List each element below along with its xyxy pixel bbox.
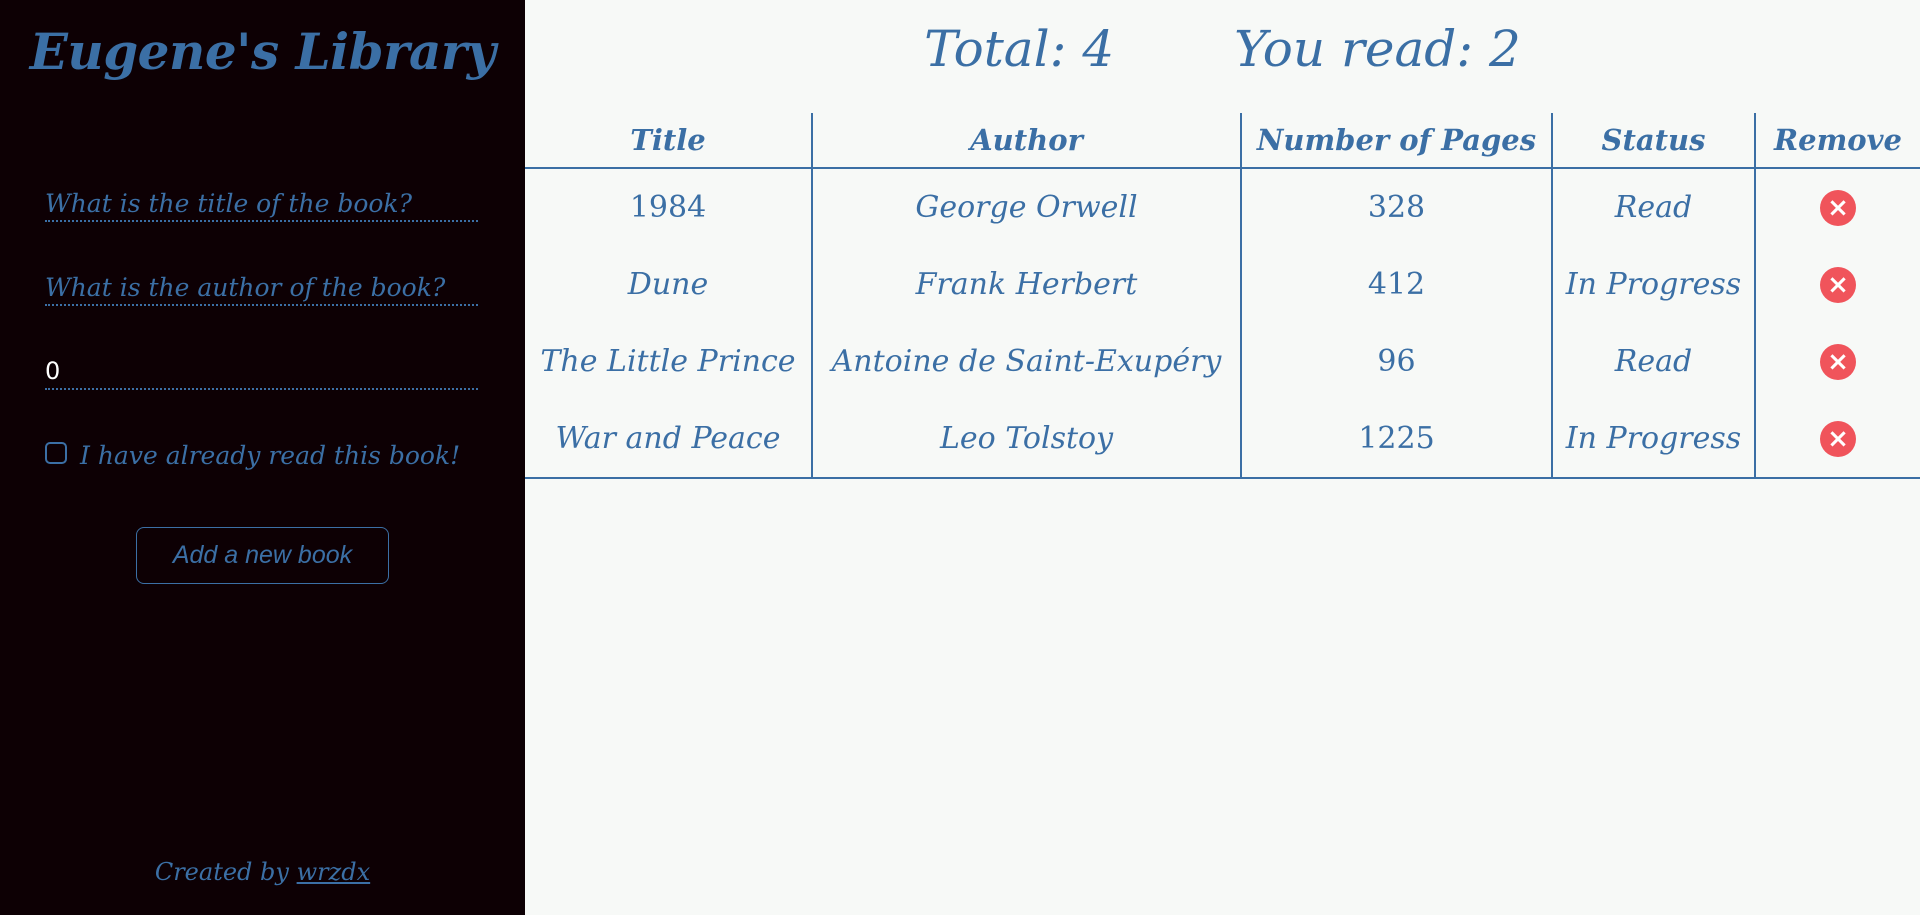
book-author: Frank Herbert [811,246,1241,323]
pages-input[interactable] [45,354,478,388]
book-title: War and Peace [525,400,812,479]
book-status[interactable]: In Progress [1551,400,1755,479]
credits-prefix: Created by [154,858,297,886]
book-title: 1984 [629,190,707,225]
author-link[interactable]: wrzdx [297,858,371,886]
author-field [45,270,478,306]
book-pages: 412 [1240,246,1552,323]
book-status[interactable]: Read [1551,168,1755,246]
remove-cell: × [1754,323,1920,400]
title-input[interactable] [45,186,478,220]
author-input[interactable] [45,270,478,304]
book-pages: 96 [1240,323,1552,400]
close-icon[interactable]: × [1820,190,1856,226]
read-checkbox-row[interactable]: I have already read this book! [45,441,460,470]
book-pages: 328 [1240,168,1552,246]
read-count: You read: 2 [1234,20,1521,78]
book-author: Leo Tolstoy [811,400,1241,479]
column-title: Title [525,113,812,169]
book-author: George Orwell [811,168,1241,246]
close-icon[interactable]: × [1820,344,1856,380]
table-row: War and Peace Leo Tolstoy 1225 In Progre… [525,400,1920,479]
table-header-row: Title Author Number of Pages Status Remo… [525,113,1920,169]
remove-cell: × [1754,246,1920,323]
column-pages: Number of Pages [1240,113,1552,169]
book-title: The Little Prince [540,344,796,379]
total-count: Total: 4 [924,20,1115,78]
remove-cell: × [1754,400,1920,479]
read-checkbox[interactable] [45,441,67,464]
pages-field [45,354,478,390]
column-author: Author [811,113,1241,169]
add-book-button[interactable]: Add a new book [136,527,389,584]
book-author: Antoine de Saint-Exupéry [811,323,1241,400]
book-status[interactable]: Read [1551,323,1755,400]
title-field [45,186,478,222]
close-icon[interactable]: × [1820,267,1856,303]
table-row: Dune Frank Herbert 412 In Progress × [525,246,1920,323]
library-summary: Total: 4 You read: 2 [525,20,1920,78]
library-main: Total: 4 You read: 2 Title Author Number… [525,0,1920,915]
table-row: The Little Prince Antoine de Saint-Exupé… [525,323,1920,400]
library-title: Eugene's Library [29,22,496,81]
read-checkbox-label: I have already read this book! [80,441,461,470]
credits: Created by wrzdx [0,858,525,886]
book-status[interactable]: In Progress [1551,246,1755,323]
column-status: Status [1551,113,1755,169]
book-title: Dune [627,267,709,302]
books-table: Title Author Number of Pages Status Remo… [525,113,1920,479]
table-row: 1984 George Orwell 328 Read × [525,168,1920,246]
book-pages: 1225 [1240,400,1552,479]
column-remove: Remove [1754,113,1920,169]
sidebar: Eugene's Library I have already read thi… [0,0,525,915]
remove-cell: × [1754,168,1920,246]
close-icon[interactable]: × [1820,421,1856,457]
